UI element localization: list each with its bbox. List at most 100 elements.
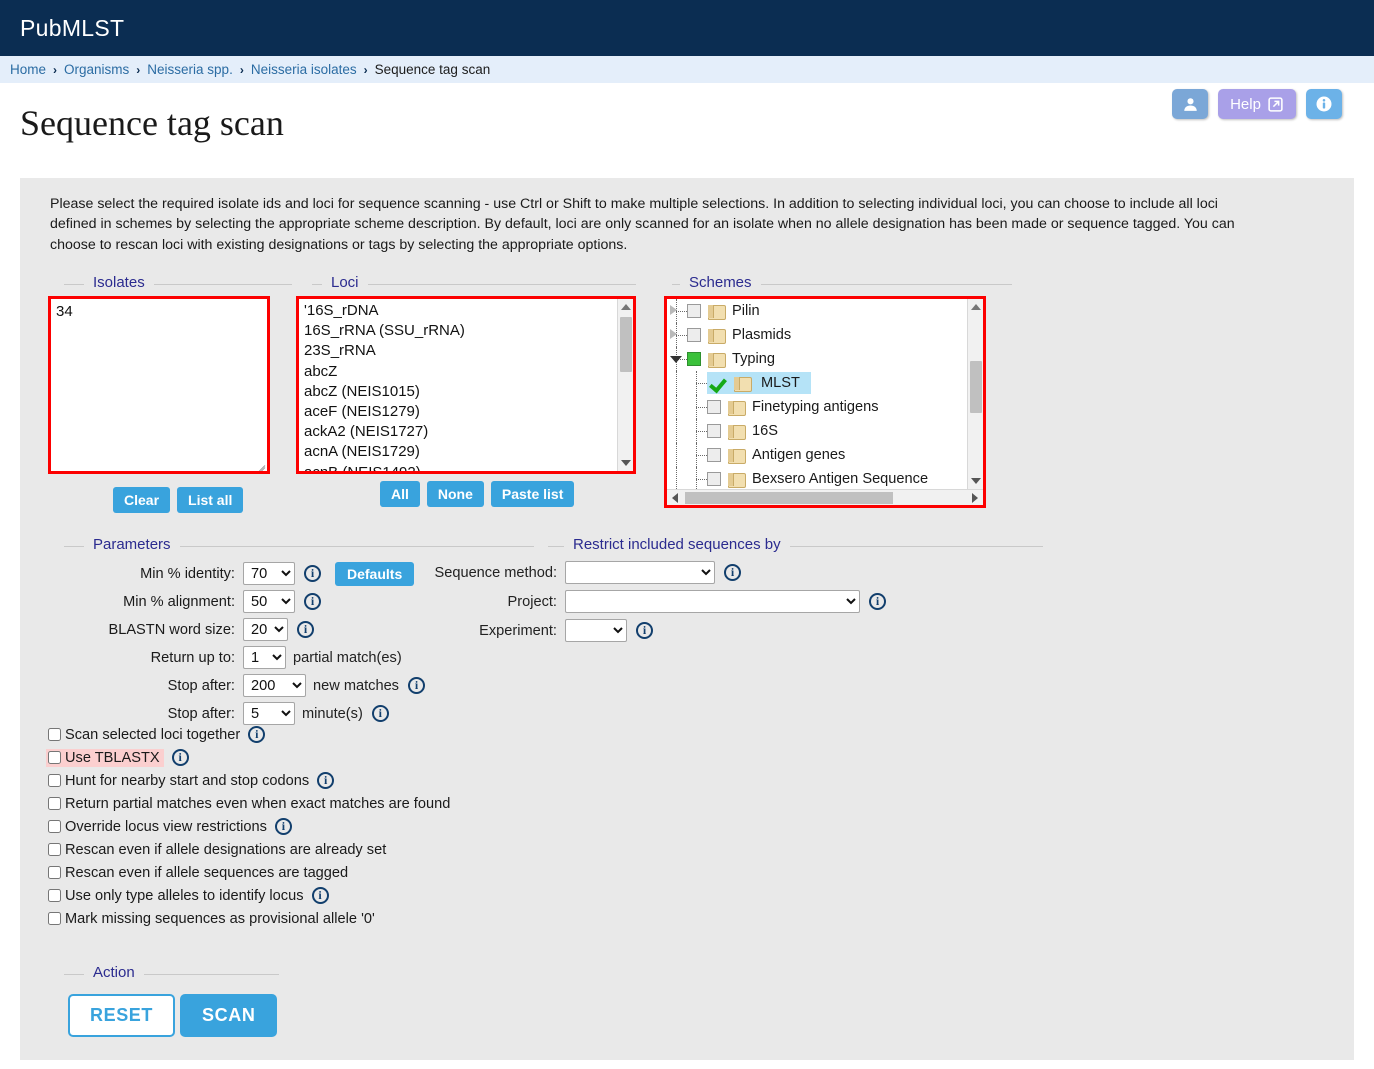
loci-listbox[interactable]: '16S_rDNA 16S_rRNA (SSU_rRNA) 23S_rRNA abcZ… <box>296 296 636 474</box>
scheme-node-mlst[interactable]: MLST <box>667 371 967 395</box>
schemes-tree-area[interactable]: Pilin Plasmids Typing MLST Finetyping antige… <box>667 299 983 489</box>
tree-expander-closed-icon[interactable] <box>670 305 677 315</box>
scan-button[interactable]: SCAN <box>180 994 278 1037</box>
loci-option[interactable]: 16S_rRNA (SSU_rRNA) <box>302 321 617 341</box>
loci-option[interactable]: acnA (NEIS1729) <box>302 442 617 462</box>
loci-scroll-thumb[interactable] <box>620 317 632 372</box>
restrict-select-project-[interactable] <box>565 590 860 613</box>
scheme-node-finetyping-antigens[interactable]: Finetyping antigens <box>667 395 967 419</box>
breadcrumb-item-3[interactable]: Neisseria isolates <box>251 62 357 77</box>
info-icon[interactable]: i <box>371 705 389 722</box>
checkbox-hunt-for-nearby-start-and-stop-codons[interactable] <box>48 774 61 787</box>
scheme-node-bexsero-antigen-sequence[interactable]: Bexsero Antigen Sequence <box>667 467 967 489</box>
info-icon[interactable]: i <box>317 772 335 789</box>
scroll-left-icon[interactable] <box>667 490 683 505</box>
scheme-checkbox[interactable] <box>707 472 721 486</box>
loci-option[interactable]: '16S_rDNA <box>302 301 617 321</box>
schemes-vertical-scrollbar[interactable] <box>967 299 983 489</box>
info-icon[interactable]: i <box>171 749 189 766</box>
scheme-checkbox[interactable] <box>707 400 721 414</box>
info-icon[interactable]: i <box>869 593 886 610</box>
scroll-down-icon[interactable] <box>968 473 983 489</box>
loci-all-button[interactable]: All <box>380 481 420 507</box>
checkbox-rescan-even-if-allele-sequences-are-tagged[interactable] <box>48 866 61 879</box>
isolates-clear-button[interactable]: Clear <box>113 487 171 513</box>
loci-none-button[interactable]: None <box>426 481 484 507</box>
info-icon[interactable]: i <box>636 622 653 639</box>
loci-option[interactable]: aceF (NEIS1279) <box>302 402 617 422</box>
checkbox-scan-selected-loci-together[interactable] <box>48 728 61 741</box>
info-icon[interactable]: i <box>304 565 321 582</box>
page-info-button[interactable] <box>1306 89 1342 119</box>
schemes-horizontal-scrollbar[interactable] <box>667 489 983 505</box>
scheme-node-content[interactable]: Typing <box>687 351 781 368</box>
schemes-tree-nodes[interactable]: Pilin Plasmids Typing MLST Finetyping antige… <box>667 299 967 489</box>
scheme-checkbox[interactable] <box>687 304 701 318</box>
loci-option[interactable]: ackA2 (NEIS1727) <box>302 422 617 442</box>
scheme-node-content[interactable]: Pilin <box>687 303 766 320</box>
restrict-select-sequence-method-[interactable] <box>565 561 715 584</box>
checkbox-rescan-even-if-allele-designations-are-already-set[interactable] <box>48 843 61 856</box>
checkbox-use-only-type-alleles-to-identify-locus[interactable] <box>48 889 61 902</box>
parameter-select-stop-after-[interactable]: 200 <box>243 674 306 697</box>
scheme-checkbox[interactable] <box>687 328 701 342</box>
parameter-select-return-up-to-[interactable]: 1 <box>243 646 286 669</box>
restrict-select-experiment-[interactable] <box>565 619 627 642</box>
checkbox-override-locus-view-restrictions[interactable] <box>48 820 61 833</box>
breadcrumb-item-2[interactable]: Neisseria spp. <box>147 62 233 77</box>
info-icon[interactable]: i <box>724 564 741 581</box>
scroll-down-icon[interactable] <box>618 455 634 471</box>
scroll-right-icon[interactable] <box>967 490 983 505</box>
scheme-checkbox[interactable] <box>710 376 727 390</box>
loci-vertical-scrollbar[interactable] <box>617 299 633 471</box>
info-icon[interactable]: i <box>297 621 314 638</box>
schemes-scroll-thumb[interactable] <box>970 361 982 413</box>
scheme-node-plasmids[interactable]: Plasmids <box>667 323 967 347</box>
breadcrumb-item-1[interactable]: Organisms <box>64 62 129 77</box>
loci-list[interactable]: '16S_rDNA 16S_rRNA (SSU_rRNA) 23S_rRNA abcZ… <box>299 299 617 471</box>
parameter-select-blastn-word-size-[interactable]: 20 <box>243 618 288 641</box>
scheme-node-content[interactable]: Finetyping antigens <box>707 399 885 416</box>
loci-option[interactable]: abcZ (NEIS1015) <box>302 382 617 402</box>
isolates-textarea[interactable] <box>51 299 267 471</box>
checkbox-use-tblastx[interactable] <box>48 751 61 764</box>
info-icon[interactable]: i <box>311 887 329 904</box>
schemes-hscroll-thumb[interactable] <box>685 492 893 504</box>
scheme-node-content[interactable]: 16S <box>707 423 784 440</box>
info-icon[interactable]: i <box>248 726 266 743</box>
info-icon[interactable]: i <box>274 818 292 835</box>
scheme-checkbox[interactable] <box>707 448 721 462</box>
loci-option[interactable]: 23S_rRNA <box>302 341 617 361</box>
checkbox-mark-missing-sequences-as-provisional-allele-0-[interactable] <box>48 912 61 925</box>
scheme-checkbox[interactable] <box>687 352 701 366</box>
loci-option[interactable]: acnB (NEIS1492) <box>302 463 617 471</box>
parameter-select-min-alignment-[interactable]: 50 <box>243 590 295 613</box>
scheme-checkbox[interactable] <box>707 424 721 438</box>
reset-button[interactable]: RESET <box>68 994 176 1037</box>
isolates-textarea-wrapper[interactable] <box>48 296 270 474</box>
defaults-button[interactable]: Defaults <box>335 561 415 586</box>
scheme-node-content[interactable]: Plasmids <box>687 327 797 344</box>
scheme-node-16s[interactable]: 16S <box>667 419 967 443</box>
tree-expander-closed-icon[interactable] <box>670 329 677 339</box>
info-icon[interactable]: i <box>304 593 321 610</box>
isolates-list-all-button[interactable]: List all <box>177 487 244 513</box>
tree-expander-open-icon[interactable] <box>670 356 682 368</box>
scheme-node-content[interactable]: Antigen genes <box>707 447 851 464</box>
scheme-node-typing[interactable]: Typing <box>667 347 967 371</box>
breadcrumb-item-0[interactable]: Home <box>10 62 46 77</box>
info-icon[interactable]: i <box>407 677 425 694</box>
loci-option[interactable]: abcZ <box>302 362 617 382</box>
checkbox-return-partial-matches-even-when-exact-matches-are-found[interactable] <box>48 797 61 810</box>
parameter-select-stop-after-[interactable]: 5 <box>243 702 295 725</box>
scroll-up-icon[interactable] <box>618 299 634 315</box>
user-account-button[interactable] <box>1172 89 1208 119</box>
scheme-node-pilin[interactable]: Pilin <box>667 299 967 323</box>
parameter-select-min-identity-[interactable]: 70 <box>243 562 295 585</box>
loci-paste-list-button[interactable]: Paste list <box>490 481 575 507</box>
scheme-node-content[interactable]: Bexsero Antigen Sequence <box>707 471 934 488</box>
scheme-node-content[interactable]: MLST <box>707 372 811 394</box>
scroll-up-icon[interactable] <box>968 299 983 315</box>
scheme-node-antigen-genes[interactable]: Antigen genes <box>667 443 967 467</box>
help-button[interactable]: Help <box>1218 89 1296 119</box>
